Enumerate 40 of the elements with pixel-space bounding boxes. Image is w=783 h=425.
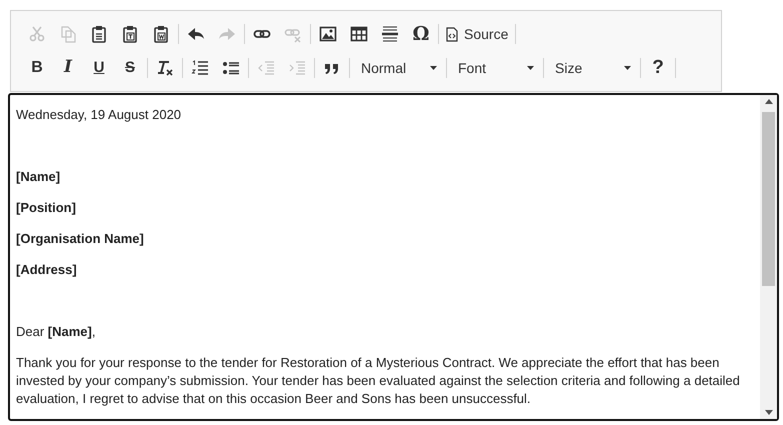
source-button[interactable]: Source [444,22,510,46]
caret-icon [624,66,631,70]
paste-icon [90,25,108,43]
dropdown[interactable]: Size [549,56,635,80]
horizontal-line-icon [381,25,399,43]
address-line: [Position] [16,199,77,217]
special-character-button[interactable]: Ω [409,22,433,46]
dropdown[interactable]: Font [452,56,538,80]
image-icon [319,25,337,43]
address-line: [Name] [16,168,62,186]
table-icon [350,25,368,43]
address-line: [Organisation Name] [16,230,145,248]
scrollbar[interactable] [760,95,777,419]
remove-format-icon [156,59,174,77]
increase-indent-icon [288,59,306,77]
numbered-list-icon [191,59,209,77]
cut-icon [28,25,46,43]
salutation: Dear [Name], [16,323,96,341]
scroll-down-icon[interactable] [764,410,772,415]
document-icon [446,26,458,42]
address-line: [Address] [16,261,78,279]
caret-icon [527,66,534,70]
underline-button[interactable]: U [87,56,111,80]
copy-icon [59,25,77,43]
scroll-thumb[interactable] [762,112,775,286]
undo-icon [187,25,205,43]
italic-button[interactable]: I [56,56,80,80]
caret-icon [430,66,437,70]
scroll-up-icon[interactable] [764,99,772,104]
strikethrough-button[interactable]: S [118,56,142,80]
paste-word-icon [152,25,170,43]
paste-text-icon [121,25,139,43]
decrease-indent-icon [257,59,275,77]
date-line: Wednesday, 19 August 2020 [16,106,182,124]
dropdown[interactable]: Normal [355,56,441,80]
bulleted-list-icon [222,59,240,77]
help-button[interactable]: ? [646,56,670,80]
body-paragraph: Thank you for your response to the tender for Restoration of a Mysterious Contract. We appreciate the effort that has been invested by your company’s submission. Your tender has been evaluated against the selection criteria and following a detailed evaluation, I regret to advise that on this occasion Beer and Sons has been unsuccessful. [16,354,741,408]
bold-button[interactable]: B [25,56,49,80]
redo-icon [218,25,236,43]
